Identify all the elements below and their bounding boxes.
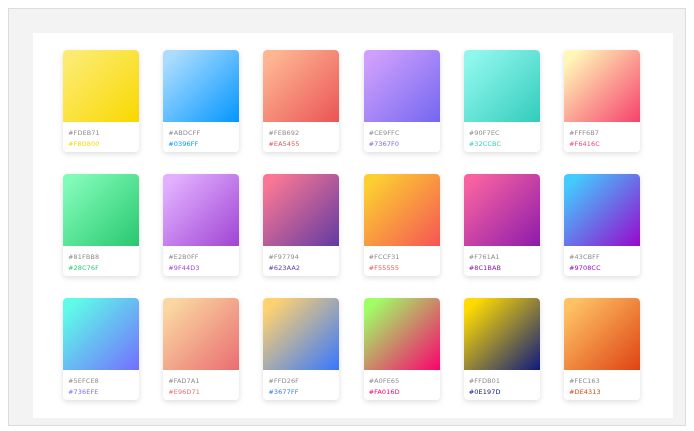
gradient-card[interactable]: #E2B0FF #9F44D3 — [163, 174, 240, 276]
gradient-start-code[interactable]: #FAD7A1 — [168, 376, 239, 387]
gradient-info: #43CBFF #9708CC — [564, 246, 640, 273]
gradient-swatch[interactable] — [263, 50, 340, 122]
gradient-start-code[interactable]: #5EFCE8 — [68, 376, 139, 387]
gradient-info: #FDEB71 #F8D800 — [63, 122, 139, 149]
gradient-swatch[interactable] — [363, 298, 440, 370]
gradient-end-code[interactable]: #0E197D — [469, 387, 540, 398]
gradient-start-code[interactable]: #FDEB71 — [68, 128, 139, 139]
gradient-card[interactable]: #FFD26F #3677FF — [263, 298, 340, 400]
gradient-info: #5EFCE8 #736EFE — [63, 370, 139, 397]
gradient-swatch[interactable] — [63, 298, 139, 370]
gradient-swatch[interactable] — [63, 174, 139, 246]
gradient-start-code[interactable]: #81FBB8 — [68, 252, 139, 263]
gradient-swatch[interactable] — [463, 298, 540, 370]
gradient-start-code[interactable]: #FCCF31 — [369, 252, 440, 263]
gradient-end-code[interactable]: #9708CC — [569, 263, 640, 274]
gradient-end-code[interactable]: #7367F0 — [369, 139, 440, 150]
gradient-start-code[interactable]: #FEB692 — [268, 128, 339, 139]
gradient-start-code[interactable]: #F761A1 — [469, 252, 540, 263]
gradient-end-code[interactable]: #9F44D3 — [168, 263, 239, 274]
gradient-start-code[interactable]: #CE9FFC — [369, 128, 440, 139]
gradient-card[interactable]: #FDEB71 #F8D800 — [63, 50, 139, 152]
gradient-start-code[interactable]: #E2B0FF — [168, 252, 239, 263]
gradient-info: #90F7EC #32CCBC — [464, 122, 540, 149]
gradient-start-code[interactable]: #A0FE65 — [369, 376, 440, 387]
gradient-grid: #FDEB71 #F8D800 #ABDCFF #0396FF #FEB692 #EA54… — [63, 50, 640, 400]
gradient-swatch[interactable] — [363, 50, 440, 122]
gradient-card[interactable]: #FFDB01 #0E197D — [463, 298, 540, 400]
gradient-swatch[interactable] — [163, 50, 240, 122]
gradient-card[interactable]: #5EFCE8 #736EFE — [63, 298, 139, 400]
page-frame: #FDEB71 #F8D800 #ABDCFF #0396FF #FEB692 #EA54… — [8, 8, 686, 426]
gradient-card[interactable]: #FFF6B7 #F6416C — [563, 50, 640, 152]
gradient-card[interactable]: #43CBFF #9708CC — [563, 174, 640, 276]
gradient-start-code[interactable]: #ABDCFF — [168, 128, 239, 139]
gradient-end-code[interactable]: #EA5455 — [268, 139, 339, 150]
gradient-start-code[interactable]: #43CBFF — [569, 252, 640, 263]
gradient-swatch[interactable] — [263, 174, 340, 246]
gradient-end-code[interactable]: #FA016D — [369, 387, 440, 398]
gradient-swatch[interactable] — [563, 174, 640, 246]
gradient-end-code[interactable]: #32CCBC — [469, 139, 540, 150]
gradient-start-code[interactable]: #F97794 — [268, 252, 339, 263]
gradient-swatch[interactable] — [463, 174, 540, 246]
gradient-card[interactable]: #81FBB8 #28C76F — [63, 174, 139, 276]
gradient-card[interactable]: #F761A1 #8C1BAB — [463, 174, 540, 276]
gradient-end-code[interactable]: #E96D71 — [168, 387, 239, 398]
gradient-end-code[interactable]: #DE4313 — [569, 387, 640, 398]
gradient-start-code[interactable]: #FFF6B7 — [569, 128, 640, 139]
gradient-palette-panel: #FDEB71 #F8D800 #ABDCFF #0396FF #FEB692 #EA54… — [33, 33, 673, 418]
gradient-swatch[interactable] — [463, 50, 540, 122]
gradient-card[interactable]: #FAD7A1 #E96D71 — [163, 298, 240, 400]
gradient-card[interactable]: #FEC163 #DE4313 — [563, 298, 640, 400]
gradient-swatch[interactable] — [563, 298, 640, 370]
gradient-info: #FAD7A1 #E96D71 — [163, 370, 239, 397]
gradient-swatch[interactable] — [163, 298, 240, 370]
gradient-start-code[interactable]: #FFD26F — [268, 376, 339, 387]
gradient-info: #F97794 #623AA2 — [263, 246, 339, 273]
gradient-info: #FFF6B7 #F6416C — [564, 122, 640, 149]
gradient-swatch[interactable] — [163, 174, 240, 246]
gradient-card[interactable]: #A0FE65 #FA016D — [363, 298, 440, 400]
gradient-start-code[interactable]: #90F7EC — [469, 128, 540, 139]
gradient-info: #E2B0FF #9F44D3 — [163, 246, 239, 273]
gradient-info: #81FBB8 #28C76F — [63, 246, 139, 273]
gradient-swatch[interactable] — [363, 174, 440, 246]
gradient-end-code[interactable]: #8C1BAB — [469, 263, 540, 274]
gradient-info: #CE9FFC #7367F0 — [364, 122, 440, 149]
gradient-card[interactable]: #FCCF31 #F55555 — [363, 174, 440, 276]
gradient-card[interactable]: #90F7EC #32CCBC — [463, 50, 540, 152]
gradient-swatch[interactable] — [63, 50, 139, 122]
gradient-info: #FCCF31 #F55555 — [364, 246, 440, 273]
gradient-end-code[interactable]: #736EFE — [68, 387, 139, 398]
gradient-end-code[interactable]: #F55555 — [369, 263, 440, 274]
gradient-swatch[interactable] — [563, 50, 640, 122]
gradient-end-code[interactable]: #28C76F — [68, 263, 139, 274]
gradient-end-code[interactable]: #3677FF — [268, 387, 339, 398]
gradient-card[interactable]: #F97794 #623AA2 — [263, 174, 340, 276]
gradient-end-code[interactable]: #F8D800 — [68, 139, 139, 150]
gradient-end-code[interactable]: #F6416C — [569, 139, 640, 150]
gradient-card[interactable]: #FEB692 #EA5455 — [263, 50, 340, 152]
gradient-end-code[interactable]: #0396FF — [168, 139, 239, 150]
gradient-end-code[interactable]: #623AA2 — [268, 263, 339, 274]
gradient-info: #A0FE65 #FA016D — [364, 370, 440, 397]
gradient-info: #F761A1 #8C1BAB — [464, 246, 540, 273]
gradient-info: #FEC163 #DE4313 — [564, 370, 640, 397]
gradient-start-code[interactable]: #FFDB01 — [469, 376, 540, 387]
gradient-info: #ABDCFF #0396FF — [163, 122, 239, 149]
gradient-start-code[interactable]: #FEC163 — [569, 376, 640, 387]
gradient-info: #FFD26F #3677FF — [263, 370, 339, 397]
gradient-card[interactable]: #CE9FFC #7367F0 — [363, 50, 440, 152]
gradient-swatch[interactable] — [263, 298, 340, 370]
gradient-info: #FEB692 #EA5455 — [263, 122, 339, 149]
gradient-card[interactable]: #ABDCFF #0396FF — [163, 50, 240, 152]
gradient-info: #FFDB01 #0E197D — [464, 370, 540, 397]
